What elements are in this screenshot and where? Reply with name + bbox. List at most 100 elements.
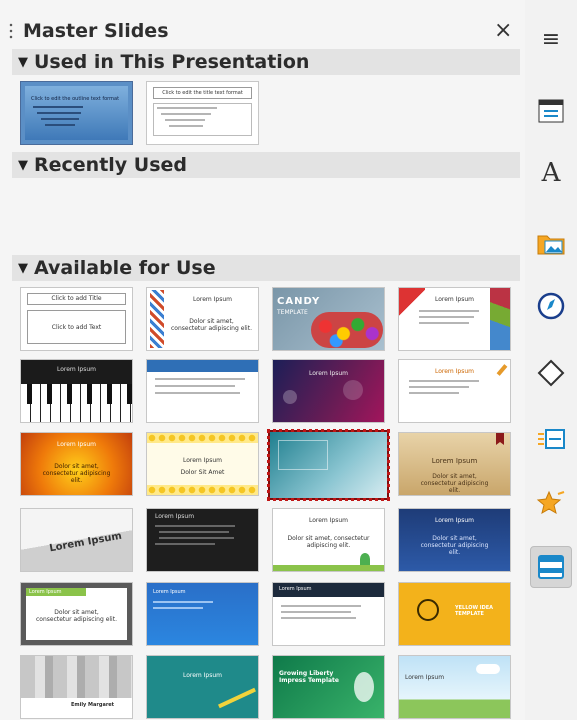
template-thumb-piano[interactable]: Lorem Ipsum — [20, 359, 133, 423]
slide-line — [155, 543, 215, 545]
sidebar-gallery-button[interactable] — [530, 222, 572, 264]
slide-title-box: Click to add Title — [27, 293, 126, 305]
template-thumb-teal-selected[interactable] — [267, 429, 390, 501]
slide-line — [419, 316, 474, 318]
dots-border-top — [147, 433, 258, 443]
sidebar-styles-button[interactable]: A — [530, 152, 572, 194]
sidebar-menu-button[interactable]: ≡ — [530, 18, 572, 60]
slide-text: Click to edit the outline text format — [31, 96, 120, 102]
slide-title: Lorem Ipsum — [405, 674, 445, 681]
section-recent-label: Recently Used — [34, 154, 188, 176]
slide-line — [33, 106, 83, 108]
styles-icon: A — [541, 158, 561, 188]
gallery-icon — [537, 235, 565, 255]
panel-title: Master Slides — [23, 20, 169, 42]
template-thumb-colorful[interactable]: Lorem Ipsum — [398, 287, 511, 351]
template-thumb-bokeh[interactable]: Lorem Ipsum — [272, 359, 385, 423]
pencil-shape — [218, 687, 256, 709]
template-thumb-growing[interactable]: Growing Liberty Impress Template — [272, 655, 385, 719]
slide-line — [409, 380, 479, 382]
piano-black-keys — [21, 384, 132, 404]
section-available-header[interactable]: ▼ Available for Use — [12, 255, 520, 281]
cloud-shape — [476, 664, 500, 674]
template-thumb-navy-header[interactable]: Lorem Ipsum — [272, 582, 385, 646]
template-thumb-orange[interactable]: Lorem Ipsum Dolor sit amet, consectetur … — [20, 432, 133, 496]
template-thumb-green-grass[interactable]: Lorem Ipsum Dolor sit amet, consectetur … — [272, 508, 385, 572]
sidebar-navigator-button[interactable] — [530, 285, 572, 327]
template-thumb-dna[interactable]: Lorem Ipsum Dolor sit amet, consectetur … — [146, 287, 259, 351]
template-thumb-dark-blue[interactable]: Lorem Ipsum Dolor sit amet, consectetur … — [398, 508, 511, 572]
bookmark-ribbon — [496, 433, 504, 445]
slide-title: Lorem Ipsum — [155, 513, 195, 520]
template-thumb-frame-green[interactable]: Lorem Ipsum Dolor sit amet, consectetur … — [20, 582, 133, 646]
corner-shape — [399, 288, 425, 318]
bokeh-dot — [283, 390, 297, 404]
slide-subtitle: Dolor sit amet, consectetur adipiscing e… — [42, 463, 111, 484]
used-master-thumb-1[interactable]: Click to edit the outline text format — [20, 81, 133, 145]
sidebar-properties-button[interactable] — [530, 90, 572, 132]
used-master-thumb-2[interactable]: Click to edit the title text format — [146, 81, 259, 145]
section-recent-header[interactable]: ▼ Recently Used — [12, 152, 520, 178]
section-used-label: Used in This Presentation — [34, 51, 310, 73]
slide-line — [37, 112, 81, 114]
slide-line — [155, 385, 235, 387]
grass-strip — [273, 565, 384, 571]
sidebar-animation-button[interactable] — [530, 482, 572, 524]
menu-icon: ≡ — [541, 26, 561, 52]
section-used-header[interactable]: ▼ Used in This Presentation — [12, 49, 520, 75]
slide-header-bar — [147, 360, 258, 372]
slide-line — [41, 118, 79, 120]
sidebar-shapes-button[interactable] — [530, 352, 572, 394]
drag-grip-icon[interactable] — [9, 22, 13, 40]
slide-line — [409, 392, 459, 394]
slide-line — [161, 113, 211, 115]
template-thumb-grey-blocks[interactable]: Emily Margaret — [20, 655, 133, 719]
slide-line — [155, 525, 235, 527]
slide-line — [409, 386, 469, 388]
template-thumb-yellow-dots[interactable]: Lorem Ipsum Dolor Sit Amet — [146, 432, 259, 496]
tree-shape — [360, 553, 370, 565]
template-thumb-dark-text[interactable]: Lorem Ipsum — [146, 508, 259, 572]
slide-title: Lorem Ipsum — [434, 517, 475, 524]
slide-line — [155, 378, 245, 380]
slide-title: CANDY — [277, 296, 321, 307]
collapse-triangle-icon: ▼ — [18, 54, 28, 70]
slide-line — [281, 617, 356, 619]
template-thumb-pencil[interactable]: Lorem Ipsum — [398, 359, 511, 423]
lightbulb-icon — [417, 599, 439, 621]
animation-icon — [536, 490, 565, 515]
template-thumb-teal-pencil[interactable]: Lorem Ipsum — [146, 655, 259, 719]
slide-line — [169, 125, 203, 127]
master-slides-icon — [538, 555, 564, 579]
slide-title: Lorem Ipsum — [279, 586, 312, 592]
slide-title: Lorem Ipsum — [26, 588, 86, 596]
slide-title: Lorem Ipsum — [182, 457, 223, 464]
slide-transition-icon — [538, 429, 565, 449]
block-pattern — [21, 656, 132, 698]
deck-title-bar: Master Slides — [9, 18, 169, 44]
template-thumb-bright-blue[interactable]: Lorem Ipsum — [146, 582, 259, 646]
template-thumb-grey-diagonal[interactable]: Lorem Ipsum — [20, 508, 133, 572]
dots-border-bottom — [147, 485, 258, 495]
section-available-label: Available for Use — [34, 257, 216, 279]
template-thumb-sky[interactable]: Lorem Ipsum — [398, 655, 511, 719]
template-thumb-plain[interactable]: Click to add Title Click to add Text — [20, 287, 133, 351]
slide-title: Lorem Ipsum — [56, 366, 97, 373]
collapse-triangle-icon: ▼ — [18, 157, 28, 173]
sidebar-slide-transition-button[interactable] — [530, 418, 572, 460]
slide-line — [419, 322, 469, 324]
slide-title: Lorem Ipsum — [48, 530, 123, 555]
slide-line — [419, 310, 479, 312]
slide-title: Lorem Ipsum — [308, 517, 349, 524]
sidebar-master-slides-button[interactable] — [530, 546, 572, 588]
close-button[interactable]: × — [494, 18, 512, 44]
slide-title: Lorem Ipsum — [431, 457, 478, 465]
slide-title: Lorem Ipsum — [308, 370, 349, 377]
template-thumb-parchment[interactable]: Lorem Ipsum Dolor sit amet, consectetur … — [398, 432, 511, 496]
slide-line — [157, 107, 217, 109]
shapes-icon — [537, 359, 565, 387]
template-thumb-blue-header[interactable] — [146, 359, 259, 423]
slide-line — [281, 611, 351, 613]
template-thumb-yellow-idea[interactable]: YELLOW IDEA TEMPLATE — [398, 582, 511, 646]
template-thumb-candy[interactable]: CANDY TEMPLATE — [272, 287, 385, 351]
